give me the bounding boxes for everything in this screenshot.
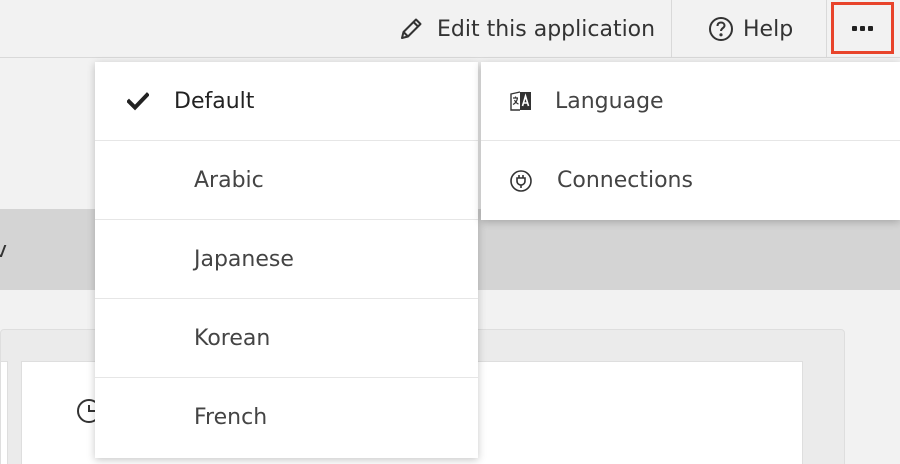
help-circle-icon [707,15,735,43]
more-options-menu: Language Connections [481,62,900,220]
toolbar-divider [826,0,827,58]
language-option-default[interactable]: Default [95,62,478,141]
menu-item-label: Connections [557,168,693,193]
language-option-label: Arabic [194,167,264,193]
edit-application-button[interactable]: Edit this application [393,0,671,58]
edit-application-label: Edit this application [437,16,656,42]
language-option-japanese[interactable]: Japanese [95,220,478,299]
more-options-button[interactable] [831,2,894,54]
help-label: Help [743,16,794,42]
language-menu: Default Arabic Japanese Korean French [95,62,478,458]
language-option-label: Japanese [194,246,294,272]
toolbar-divider [671,0,672,58]
language-option-arabic[interactable]: Arabic [95,141,478,220]
pencil-icon [397,15,425,43]
plug-icon [509,169,533,193]
checkmark-icon [126,90,150,112]
background-text-fragment: v [0,238,8,263]
more-dots-icon [852,25,873,31]
background-card-panel [0,361,8,464]
language-option-french[interactable]: French [95,378,478,457]
language-option-label: Default [174,88,255,114]
menu-item-connections[interactable]: Connections [481,141,900,220]
menu-item-language[interactable]: Language [481,62,900,141]
language-option-korean[interactable]: Korean [95,299,478,378]
menu-item-label: Language [555,88,664,114]
help-button[interactable]: Help [707,0,793,58]
top-toolbar: Edit this application Help [0,0,900,58]
language-option-label: Korean [194,325,271,351]
language-icon [509,89,533,113]
language-option-label: French [194,405,268,430]
